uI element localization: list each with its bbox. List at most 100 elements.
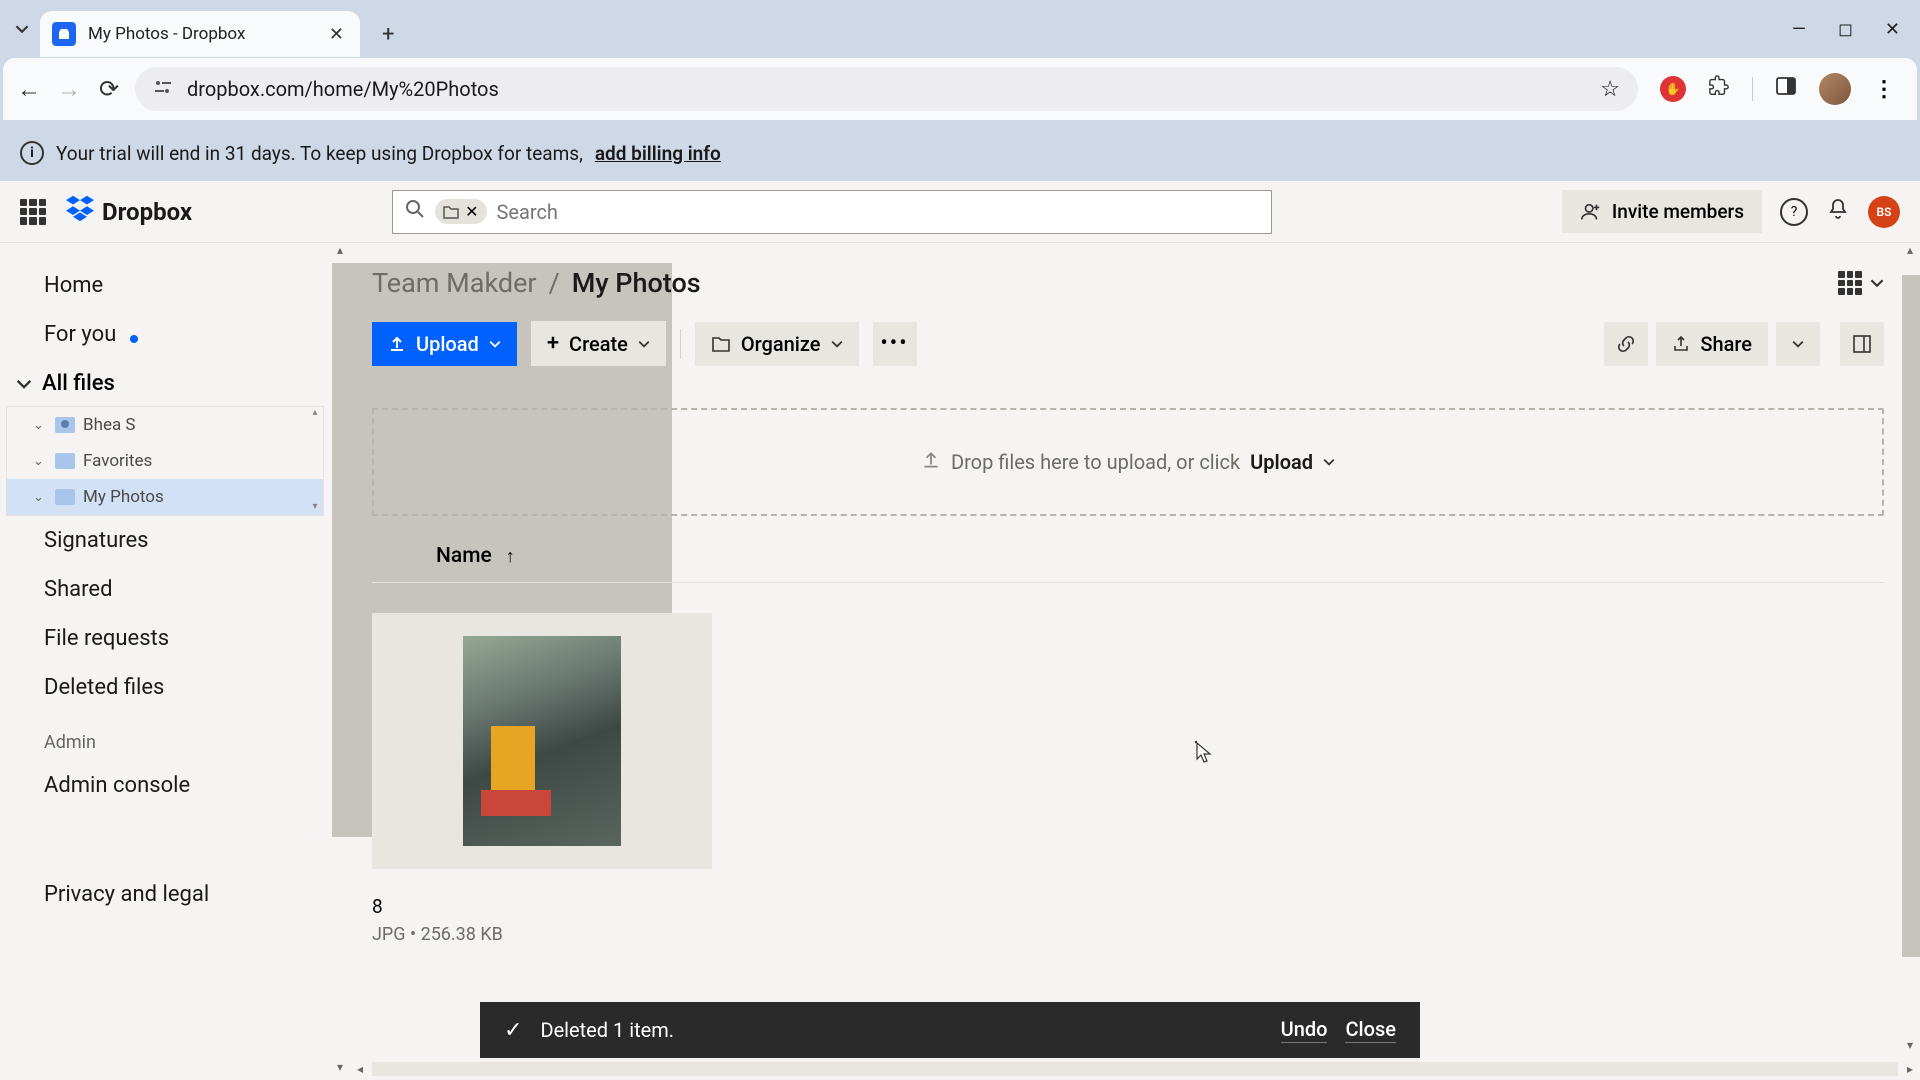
search-filter-chip[interactable]: ✕ — [435, 199, 486, 224]
url-text: dropbox.com/home/My%20Photos — [187, 77, 1586, 101]
divider — [680, 329, 681, 359]
search-input[interactable] — [497, 200, 1260, 224]
link-icon — [1616, 334, 1636, 354]
app-header: Dropbox ✕ Invite members ? BS — [0, 181, 1920, 243]
adblock-extension-icon[interactable]: ✋ — [1660, 76, 1686, 102]
upload-button[interactable]: Upload — [372, 322, 517, 366]
check-icon: ✓ — [504, 1018, 522, 1043]
file-grid: 8 JPG • 256.38 KB — [372, 583, 1884, 945]
add-billing-link[interactable]: add billing info — [595, 142, 721, 165]
tab-close-icon[interactable]: ✕ — [329, 24, 344, 45]
app-switcher-icon[interactable] — [20, 199, 46, 225]
scroll-up-icon[interactable]: ▴ — [330, 243, 350, 263]
browser-tab[interactable]: My Photos - Dropbox ✕ — [40, 11, 360, 57]
user-avatar-badge[interactable]: BS — [1868, 196, 1900, 228]
file-card[interactable]: 8 JPG • 256.38 KB — [372, 613, 712, 945]
toast-close-button[interactable]: Close — [1345, 1017, 1396, 1043]
main-area: Home For you All files ⌄Bhea S ⌄Favorite… — [0, 243, 1920, 1080]
tree-scrollbar[interactable]: ▴ ▾ — [307, 407, 323, 515]
column-header-name[interactable]: Name ↑ — [372, 524, 1884, 583]
upload-dropzone[interactable]: Drop files here to upload, or click Uplo… — [372, 408, 1884, 516]
sidebar-item-home[interactable]: Home — [0, 267, 330, 310]
chevron-down-icon — [489, 338, 501, 350]
scroll-down-icon[interactable]: ▾ — [330, 1060, 350, 1080]
search-box[interactable]: ✕ — [392, 190, 1272, 234]
breadcrumb-root[interactable]: Team Makder — [372, 267, 537, 299]
back-icon[interactable]: ← — [15, 75, 43, 104]
horizontal-scrollbar[interactable]: ◂ ▸ — [350, 1058, 1920, 1080]
breadcrumb-separator: / — [549, 267, 560, 299]
browser-menu-icon[interactable]: ⋮ — [1873, 77, 1895, 102]
invite-members-button[interactable]: Invite members — [1562, 190, 1762, 233]
content-scrollbar[interactable]: ▴ ▾ — [1900, 243, 1920, 1058]
chevron-down-icon — [1792, 338, 1804, 350]
sidebar-item-shared[interactable]: Shared — [0, 565, 330, 614]
side-panel-icon[interactable] — [1775, 75, 1797, 103]
tab-bar: My Photos - Dropbox ✕ + — ◻ ✕ — [0, 0, 1920, 58]
extension-icons: ✋ ⋮ — [1650, 73, 1905, 105]
sidebar-item-signatures[interactable]: Signatures — [0, 516, 330, 565]
forward-icon[interactable]: → — [55, 75, 83, 104]
scroll-right-icon[interactable]: ▸ — [1900, 1062, 1920, 1076]
create-button[interactable]: + Create — [531, 321, 666, 366]
breadcrumb: Team Makder / My Photos — [372, 267, 701, 299]
scrollbar-track[interactable] — [372, 1062, 1898, 1076]
extensions-icon[interactable] — [1708, 75, 1730, 103]
bookmark-star-icon[interactable]: ☆ — [1600, 77, 1620, 102]
scroll-left-icon[interactable]: ◂ — [350, 1062, 370, 1076]
folder-icon — [55, 453, 75, 469]
chip-close-icon[interactable]: ✕ — [465, 202, 478, 221]
profile-avatar-icon[interactable] — [1819, 73, 1851, 105]
sidebar-item-privacy[interactable]: Privacy and legal — [0, 870, 330, 919]
trial-banner: i Your trial will end in 31 days. To kee… — [0, 125, 1920, 181]
chevron-down-icon — [1870, 276, 1884, 290]
toast-undo-button[interactable]: Undo — [1281, 1017, 1328, 1043]
tab-title: My Photos - Dropbox — [88, 24, 329, 44]
sidebar-item-for-you[interactable]: For you — [0, 310, 330, 359]
file-thumbnail — [372, 613, 712, 869]
tab-list-caret[interactable] — [8, 15, 36, 43]
details-panel-button[interactable] — [1840, 322, 1884, 366]
sidebar-item-file-requests[interactable]: File requests — [0, 614, 330, 663]
share-options-button[interactable] — [1776, 322, 1820, 366]
dropbox-glyph-icon — [66, 194, 94, 229]
address-bar: ← → ⟳ dropbox.com/home/My%20Photos ☆ ✋ ⋮ — [3, 58, 1917, 120]
dropbox-logo[interactable]: Dropbox — [66, 194, 192, 229]
tree-item-bhea[interactable]: ⌄Bhea S — [7, 407, 323, 443]
reload-icon[interactable]: ⟳ — [95, 75, 123, 103]
help-icon[interactable]: ? — [1780, 198, 1808, 226]
upload-icon — [388, 335, 406, 353]
sidebar-all-files-header[interactable]: All files — [0, 359, 330, 406]
tree-item-my-photos[interactable]: ⌄My Photos — [7, 479, 323, 515]
new-tab-button[interactable]: + — [372, 14, 404, 55]
scroll-up-icon[interactable]: ▴ — [1900, 243, 1920, 263]
tree-item-favorites[interactable]: ⌄Favorites — [7, 443, 323, 479]
site-settings-icon[interactable] — [153, 77, 173, 102]
dropbox-favicon — [52, 22, 76, 46]
view-switcher[interactable] — [1838, 271, 1884, 295]
toast-notification: ✓ Deleted 1 item. Undo Close — [480, 1002, 1420, 1058]
share-button[interactable]: Share — [1656, 322, 1768, 366]
copy-link-button[interactable] — [1604, 322, 1648, 366]
file-name: 8 — [372, 895, 712, 918]
minimize-icon[interactable]: — — [1792, 19, 1806, 40]
grid-view-icon — [1838, 271, 1862, 295]
more-actions-button[interactable]: ••• — [873, 322, 917, 366]
notifications-icon[interactable] — [1826, 197, 1850, 227]
url-field[interactable]: dropbox.com/home/My%20Photos ☆ — [135, 67, 1638, 111]
maximize-icon[interactable]: ◻ — [1838, 19, 1853, 40]
dropzone-text: Drop files here to upload, or click — [951, 450, 1240, 474]
person-add-icon — [1580, 201, 1602, 223]
chevron-down-icon: ⌄ — [33, 490, 47, 505]
organize-button[interactable]: Organize — [695, 322, 859, 366]
thumbnail-image — [463, 636, 621, 846]
sidebar-item-deleted-files[interactable]: Deleted files — [0, 663, 330, 712]
folder-icon — [443, 205, 459, 219]
share-icon — [1672, 335, 1690, 353]
sidebar-item-admin-console[interactable]: Admin console — [0, 761, 330, 810]
upload-icon — [921, 450, 941, 475]
sidebar-scrollbar[interactable]: ▴ ▾ — [330, 243, 350, 1080]
scrollbar-thumb[interactable] — [1902, 275, 1920, 957]
scroll-down-icon[interactable]: ▾ — [1900, 1038, 1920, 1058]
close-window-icon[interactable]: ✕ — [1885, 19, 1900, 40]
